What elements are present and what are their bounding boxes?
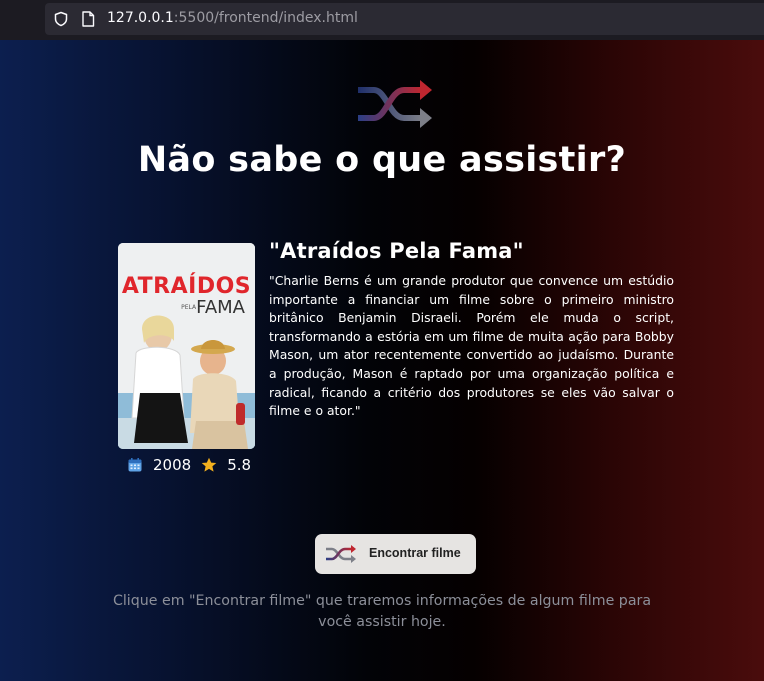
- browser-toolbar: 127.0.0.1:5500/frontend/index.html: [0, 0, 764, 40]
- poster-title-line2: PELAFAMA: [118, 299, 255, 317]
- url-text[interactable]: 127.0.0.1:5500/frontend/index.html: [107, 10, 358, 26]
- hint-text: Clique em "Encontrar filme" que traremos…: [112, 593, 652, 630]
- page-icon: [82, 11, 95, 27]
- movie-poster: ATRAÍDOS PELAFAMA: [118, 243, 255, 449]
- poster-title-word: FAMA: [196, 297, 245, 318]
- page-background: Não sabe o que assistir? ATRAÍDOS PELAFA…: [0, 40, 764, 681]
- star-icon: [201, 457, 217, 472]
- movie-year: 2008: [153, 456, 192, 474]
- movie-synopsis: "Charlie Berns é um grande produtor que …: [269, 273, 674, 419]
- poster-title: ATRAÍDOS PELAFAMA: [118, 275, 255, 317]
- address-bar[interactable]: 127.0.0.1:5500/frontend/index.html: [45, 3, 764, 35]
- movie-rating: 5.8: [227, 456, 252, 474]
- poster-title-small: PELA: [181, 304, 197, 311]
- movie-title: "Atraídos Pela Fama": [269, 239, 524, 263]
- shield-icon[interactable]: [53, 11, 69, 27]
- page-title: Não sabe o que assistir?: [137, 140, 627, 180]
- url-path: :5500/frontend/index.html: [173, 10, 358, 26]
- find-movie-button-label: Encontrar filme: [369, 546, 461, 560]
- shuffle-icon: [326, 545, 356, 563]
- shuffle-icon: [358, 80, 432, 128]
- poster-title-line1: ATRAÍDOS: [121, 274, 252, 299]
- movie-meta: 2008 5.8: [128, 455, 251, 475]
- url-host: 127.0.0.1: [107, 10, 174, 26]
- find-movie-button[interactable]: Encontrar filme: [315, 534, 476, 574]
- calendar-icon: [128, 458, 142, 472]
